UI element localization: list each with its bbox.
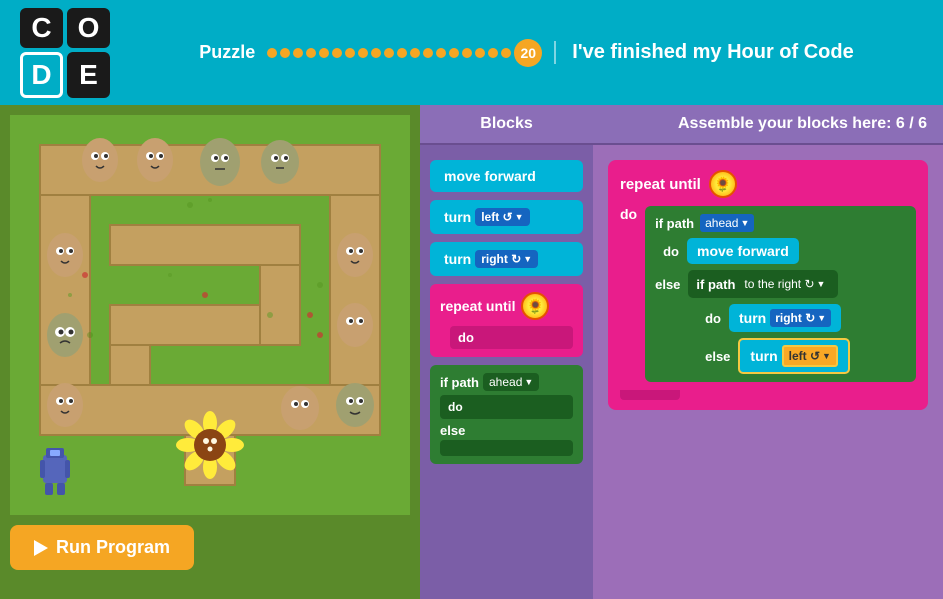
dot-17: [475, 48, 485, 58]
assembled-repeat-block[interactable]: repeat until 🌻 do if path ahead ▼: [608, 160, 928, 410]
puzzle-dots: 20: [267, 39, 542, 67]
assembled-move-forward[interactable]: move forward: [687, 238, 799, 264]
else-if-path-row: else if path to the right ↻ ▼: [655, 270, 906, 298]
dot-2: [280, 48, 290, 58]
maze-container: [10, 115, 410, 515]
run-program-button[interactable]: Run Program: [10, 525, 194, 570]
turn-right-dropdown[interactable]: right ↻ ▼: [475, 250, 538, 268]
logo-d: D: [20, 52, 63, 98]
turn-right-dd[interactable]: right ↻ ▼: [770, 309, 831, 327]
finished-text[interactable]: I've finished my Hour of Code: [554, 41, 853, 64]
dot-1: [267, 48, 277, 58]
else-if-path-block[interactable]: if path to the right ↻ ▼: [688, 270, 838, 298]
do-turn-right-row: do turn right ↻ ▼: [705, 304, 906, 332]
if-path-do: do: [440, 395, 573, 419]
repeat-until-block[interactable]: repeat until 🌻: [440, 292, 573, 320]
turn-left-dropdown[interactable]: left ↺ ▼: [475, 208, 529, 226]
dot-current: 20: [514, 39, 542, 67]
dot-9: [371, 48, 381, 58]
do-section: do if path ahead ▼ do: [620, 206, 916, 382]
blocks-header: Blocks: [420, 105, 593, 145]
assembled-sunflower-icon: 🌻: [709, 170, 737, 198]
main-content: Run Program Blocks move forward turn lef…: [0, 105, 943, 599]
dot-14: [436, 48, 446, 58]
dot-15: [449, 48, 459, 58]
dot-12: [410, 48, 420, 58]
header: C O D E Puzzle 20: [0, 0, 943, 105]
move-forward-block[interactable]: move forward: [430, 160, 583, 192]
game-area: Run Program: [0, 105, 420, 599]
play-icon: [34, 540, 48, 556]
turn-left-dd[interactable]: left ↺ ▼: [782, 345, 838, 367]
dot-18: [488, 48, 498, 58]
dot-5: [319, 48, 329, 58]
dot-3: [293, 48, 303, 58]
assembled-turn-left[interactable]: turn left ↺ ▼: [738, 338, 850, 374]
dot-10: [384, 48, 394, 58]
if-path-else: [440, 440, 573, 456]
assembled-turn-right[interactable]: turn right ↻ ▼: [729, 304, 841, 332]
dot-6: [332, 48, 342, 58]
assembly-header: Assemble your blocks here: 6 / 6: [593, 105, 943, 145]
logo-o: O: [67, 8, 110, 48]
dot-13: [423, 48, 433, 58]
if-path-dropdown[interactable]: ahead ▼: [483, 373, 539, 391]
turn-left-block[interactable]: turn left ↺ ▼: [430, 200, 583, 234]
bottom-connector: [620, 390, 680, 400]
logo-c: C: [20, 8, 63, 48]
dot-11: [397, 48, 407, 58]
sunflower-icon: 🌻: [521, 292, 549, 320]
do-move-forward-row: do move forward: [663, 238, 906, 264]
dot-4: [306, 48, 316, 58]
dot-8: [358, 48, 368, 58]
blocks-panel: Blocks move forward turn left ↺ ▼ turn r…: [420, 105, 593, 599]
logo[interactable]: C O D E: [20, 8, 110, 98]
puzzle-area: Puzzle 20 I've finished my Hour of Code: [130, 39, 923, 67]
if-path-ahead-row: if path ahead ▼: [655, 214, 906, 232]
blocks-content: move forward turn left ↺ ▼ turn right ↻ …: [420, 145, 593, 479]
ahead-dropdown[interactable]: ahead ▼: [700, 214, 754, 232]
dot-19: [501, 48, 511, 58]
to-right-dropdown[interactable]: to the right ↻ ▼: [739, 275, 830, 293]
repeat-until-header: repeat until 🌻: [620, 170, 916, 198]
if-path-block-container: if path ahead ▼ do else: [430, 365, 583, 464]
run-program-label: Run Program: [56, 537, 170, 558]
turn-right-block[interactable]: turn right ↻ ▼: [430, 242, 583, 276]
dot-16: [462, 48, 472, 58]
assembly-panel: Assemble your blocks here: 6 / 6 repeat …: [593, 105, 943, 599]
if-path-header[interactable]: if path ahead ▼: [440, 373, 573, 391]
dot-7: [345, 48, 355, 58]
puzzle-label: Puzzle: [199, 42, 255, 63]
assembly-content: repeat until 🌻 do if path ahead ▼: [593, 145, 943, 599]
logo-e: E: [67, 52, 110, 98]
do-slot-repeat: do: [450, 326, 573, 349]
else-turn-left-row: else turn left ↺ ▼: [705, 338, 906, 374]
nested-if-path[interactable]: if path ahead ▼ do move forward: [645, 206, 916, 382]
